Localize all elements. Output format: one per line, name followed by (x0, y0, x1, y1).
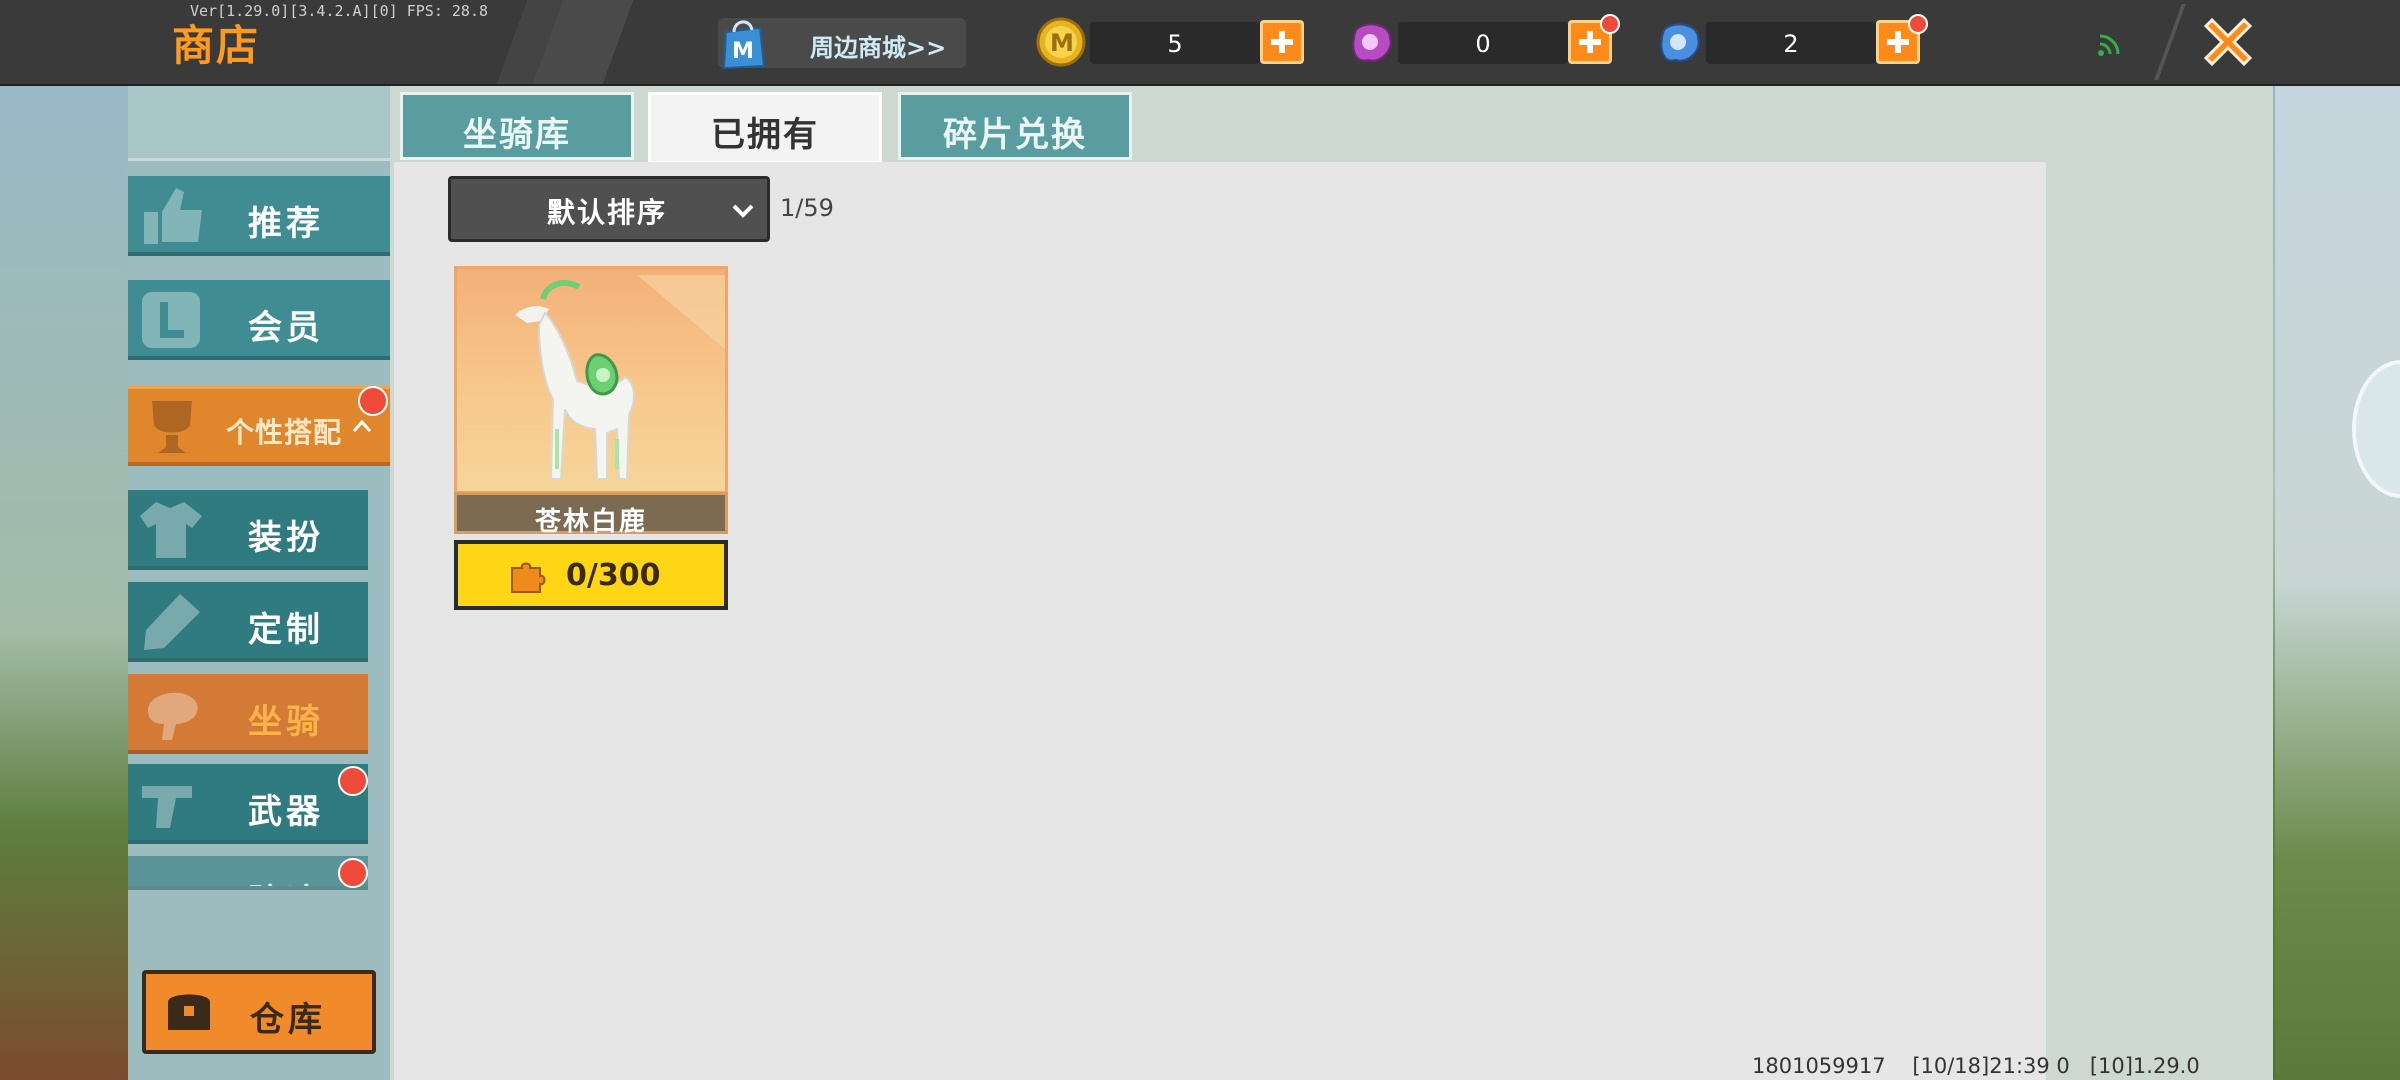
add-coin-button[interactable] (1260, 20, 1304, 64)
tab-label: 已拥有 (711, 115, 819, 155)
pink-gem-icon (1352, 23, 1392, 62)
notification-badge (358, 386, 388, 416)
sidebar-item-trail[interactable]: 踪迹 (128, 856, 368, 890)
sidebar-item-label: 推荐 (248, 204, 324, 244)
notification-badge (1908, 14, 1928, 34)
trophy-icon (152, 401, 192, 453)
sidebar-item-label: 个性搭配 (226, 416, 343, 449)
pink-gem-balance: 0 (1475, 30, 1491, 58)
mount-preview (454, 266, 728, 494)
blue-gem-icon (1660, 23, 1700, 62)
svg-text:M: M (732, 39, 754, 64)
blue-gem-balance: 2 (1783, 30, 1799, 58)
build-version: [10]1.29.0 (2089, 1054, 2200, 1078)
sidebar-item-custom[interactable]: 定制 (128, 582, 368, 662)
puzzle-piece-icon (511, 562, 546, 593)
signal-icon (2098, 34, 2120, 56)
sort-dropdown[interactable]: 默认排序 (448, 176, 770, 242)
revolver-icon (142, 786, 192, 828)
white-deer-icon (515, 275, 725, 480)
coin-balance: 5 (1167, 30, 1183, 58)
sidebar-item-label: 会员 (248, 308, 324, 348)
tab-mount-library[interactable]: 坐骑库 (400, 92, 634, 160)
chevron-up-icon (352, 419, 372, 432)
member-l-icon (142, 292, 200, 348)
footer-info: 1801059917 [10/18]21:39 0 [10]1.29.0 (1752, 1054, 2200, 1078)
mount-card[interactable]: 苍林白鹿 0/300 (454, 266, 728, 610)
sidebar-item-label: 武器 (248, 792, 324, 832)
background-scenery-right (2275, 84, 2400, 1080)
fragment-progress-label: 0/300 (566, 558, 661, 593)
tab-label: 碎片兑换 (943, 115, 1087, 155)
notification-badge (338, 858, 368, 888)
sidebar-item-label: 踪迹 (248, 874, 324, 886)
sidebar-item-label: 装扮 (248, 518, 324, 558)
page-count: 1/59 (780, 194, 834, 222)
warehouse-label: 仓库 (250, 1000, 326, 1040)
page-title: 商店 (172, 21, 261, 70)
sidebar-item-label: 坐骑 (248, 702, 324, 742)
sidebar-item-mount[interactable]: 坐骑 (128, 674, 368, 754)
chest-icon (168, 994, 210, 1030)
shirt-icon (140, 502, 202, 558)
sidebar-item-label: 定制 (248, 610, 324, 650)
tab-owned[interactable]: 已拥有 (648, 92, 882, 164)
sidebar-item-outfit[interactable]: 装扮 (128, 490, 368, 570)
thumbs-up-icon (144, 188, 202, 244)
pencil-icon (144, 594, 200, 650)
coin-icon: M (1036, 17, 1086, 67)
sidebar-item-member[interactable]: 会员 (128, 280, 390, 360)
fragment-progress: 0/300 (454, 540, 728, 610)
sidebar-item-weapon[interactable]: 武器 (128, 764, 368, 844)
close-icon[interactable] (2196, 10, 2260, 74)
sort-dropdown-label: 默认排序 (547, 196, 668, 229)
warehouse-button[interactable]: 仓库 (142, 970, 376, 1054)
background-scenery-left (0, 84, 128, 1080)
user-id: 1801059917 (1752, 1054, 1886, 1078)
sidebar-item-recommend[interactable]: 推荐 (128, 176, 390, 256)
merch-mall-label: 周边商城>> (810, 34, 947, 62)
tab-label: 坐骑库 (463, 115, 571, 155)
notification-badge (338, 766, 368, 796)
tab-fragment-exchange[interactable]: 碎片兑换 (898, 92, 1132, 160)
mount-name: 苍林白鹿 (534, 507, 647, 537)
shopping-bag-icon: M (722, 20, 766, 70)
chevron-down-icon (732, 204, 754, 218)
svg-text:M: M (1050, 29, 1074, 57)
mount-icon (148, 692, 198, 740)
sidebar-item-personal[interactable]: 个性搭配 (128, 386, 390, 466)
timestamp: [10/18]21:39 0 (1912, 1054, 2070, 1078)
notification-badge (1600, 14, 1620, 34)
